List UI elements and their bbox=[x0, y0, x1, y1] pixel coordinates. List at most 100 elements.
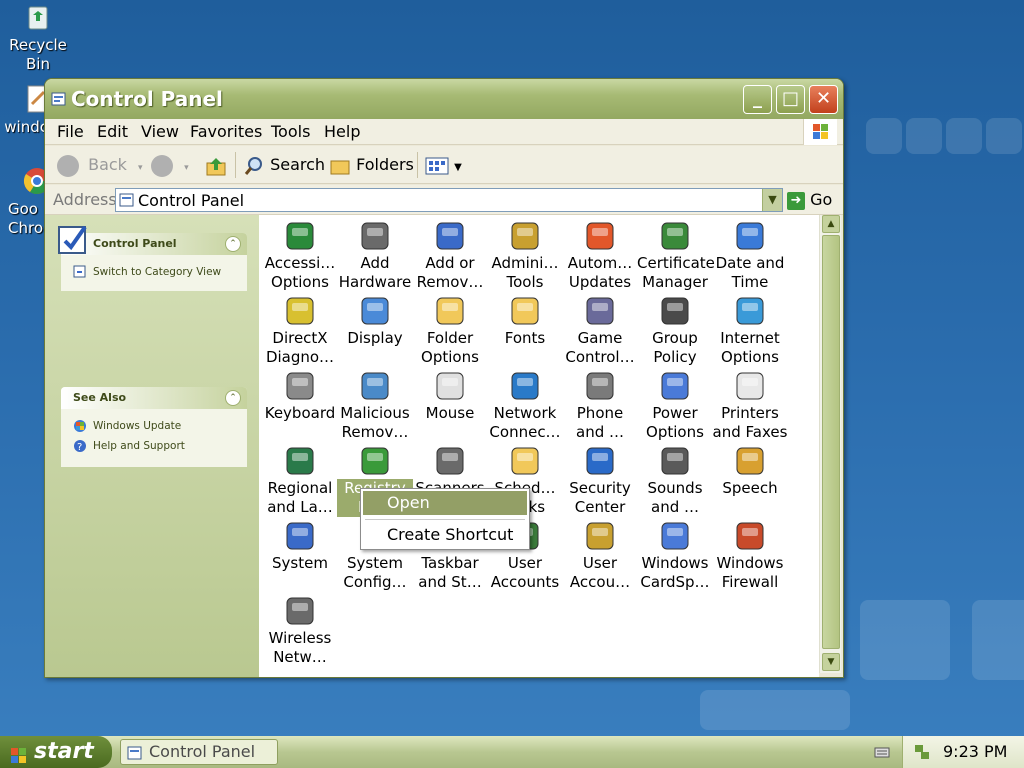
forward-dropdown-icon[interactable]: ▾ bbox=[184, 163, 189, 173]
context-menu-open[interactable]: Open bbox=[363, 491, 527, 515]
cp-item-label-line1: Keyboard bbox=[264, 404, 336, 422]
windows-flag-icon bbox=[803, 119, 837, 145]
windows-update-label: Windows Update bbox=[93, 420, 182, 432]
cp-item-label-line2: Hardware bbox=[338, 273, 412, 291]
menu-help[interactable]: Help bbox=[324, 122, 360, 141]
desktop-icon-windc[interactable]: windc bbox=[0, 84, 50, 137]
go-arrow-icon: ➜ bbox=[787, 191, 805, 210]
cp-item-accessibility[interactable]: Accessi… Options bbox=[262, 219, 338, 292]
title-bar[interactable]: Control Panel _ □ ✕ bbox=[45, 79, 843, 119]
cp-item-cardspace[interactable]: Windows CardSp… bbox=[637, 519, 713, 592]
scroll-up-button[interactable]: ▲ bbox=[822, 215, 840, 233]
automatic-updates-icon bbox=[583, 219, 617, 253]
search-icon bbox=[244, 156, 262, 175]
collapse-icon[interactable]: ⌃ bbox=[225, 236, 241, 252]
start-button[interactable]: start bbox=[0, 736, 112, 768]
switch-category-view-link[interactable]: Switch to Category View bbox=[73, 265, 221, 279]
cp-item-folder-options[interactable]: Folder Options bbox=[412, 294, 488, 367]
cp-item-label-line1: Speech bbox=[722, 479, 778, 497]
menu-file[interactable]: File bbox=[57, 122, 84, 141]
cp-item-user-accounts-2[interactable]: User Accou… bbox=[562, 519, 638, 592]
menu-favorites[interactable]: Favorites bbox=[190, 122, 262, 141]
cp-item-automatic-updates[interactable]: Autom… Updates bbox=[562, 219, 638, 292]
cp-item-network[interactable]: Network Connec… bbox=[487, 369, 563, 442]
cp-item-label-line2: and Faxes bbox=[712, 423, 788, 441]
cp-item-speaker[interactable]: Sounds and … bbox=[637, 444, 713, 517]
context-menu-create-shortcut[interactable]: Create Shortcut bbox=[363, 523, 527, 547]
desktop-icon-recycle-bin[interactable]: Recycle Bin bbox=[0, 2, 78, 74]
cp-item-add-hardware[interactable]: Add Hardware bbox=[337, 219, 413, 292]
scroll-down-button[interactable]: ▼ bbox=[822, 653, 840, 671]
maximize-glyph: □ bbox=[781, 88, 799, 109]
cp-item-fonts-folder[interactable]: Fonts bbox=[487, 294, 563, 348]
taskbar-button-control-panel[interactable]: Control Panel bbox=[120, 739, 278, 765]
minimize-button[interactable]: _ bbox=[743, 85, 772, 114]
cp-item-mouse[interactable]: Mouse bbox=[412, 369, 488, 423]
cp-item-certificate[interactable]: Certificate Manager bbox=[637, 219, 715, 292]
cp-item-label-line2: Options bbox=[721, 348, 779, 366]
keyboard-tray-icon[interactable] bbox=[874, 744, 890, 764]
maximize-button[interactable]: □ bbox=[776, 85, 805, 114]
control-panel-window[interactable]: Control Panel _ □ ✕ File Edit View Favor… bbox=[44, 78, 844, 678]
go-button[interactable]: ➜ Go bbox=[787, 188, 839, 212]
administrative-tools-icon bbox=[508, 219, 542, 253]
menu-view[interactable]: View bbox=[141, 122, 179, 141]
cp-item-system[interactable]: System bbox=[262, 519, 338, 573]
cp-item-display[interactable]: Display bbox=[337, 294, 413, 348]
cp-item-date-time[interactable]: Date and Time bbox=[712, 219, 788, 292]
cp-item-malicious-removal[interactable]: Malicious Remov… bbox=[337, 369, 413, 442]
help-support-link[interactable]: ? Help and Support bbox=[73, 439, 185, 453]
scheduled-tasks-icon bbox=[508, 444, 542, 478]
cp-item-label-line2: Connec… bbox=[489, 423, 561, 441]
up-folder-button[interactable] bbox=[205, 152, 227, 178]
cp-item-game-controller[interactable]: Game Control… bbox=[562, 294, 638, 367]
speaker-icon bbox=[658, 444, 692, 478]
menu-edit[interactable]: Edit bbox=[97, 122, 128, 141]
cp-item-wireless[interactable]: Wireless Netw… bbox=[262, 594, 338, 667]
collapse-icon[interactable]: ⌃ bbox=[225, 390, 241, 406]
cp-item-label-line2: Accou… bbox=[569, 573, 631, 591]
forward-arrow-icon bbox=[151, 154, 173, 177]
address-dropdown-button[interactable]: ▼ bbox=[762, 189, 782, 211]
windows-update-link[interactable]: Windows Update bbox=[73, 419, 181, 433]
context-menu: Open Create Shortcut bbox=[360, 488, 530, 550]
cp-item-label-line2: Firewall bbox=[721, 573, 779, 591]
cp-item-group-policy[interactable]: Group Policy bbox=[637, 294, 713, 367]
cp-item-directx[interactable]: DirectX Diagno… bbox=[262, 294, 338, 367]
toolbar-separator bbox=[417, 152, 418, 178]
cp-item-regional-globe[interactable]: Regional and La… bbox=[262, 444, 338, 517]
search-button[interactable]: Search bbox=[243, 152, 325, 178]
cp-item-label-line1: Date and bbox=[715, 254, 785, 272]
cp-item-label-line2: Config… bbox=[343, 573, 407, 591]
cp-item-keyboard[interactable]: Keyboard bbox=[262, 369, 338, 423]
forward-button[interactable]: ▾ bbox=[151, 152, 189, 178]
cp-item-label-line1: Taskbar bbox=[421, 554, 479, 572]
address-input[interactable]: Control Panel ▼ bbox=[115, 188, 783, 212]
clock[interactable]: 9:23 PM bbox=[943, 742, 1007, 761]
cp-item-administrative-tools[interactable]: Admini… Tools bbox=[487, 219, 563, 292]
cp-item-label-line1: Game bbox=[577, 329, 623, 347]
cp-item-add-remove-programs[interactable]: Add or Remov… bbox=[412, 219, 488, 292]
cp-item-speech[interactable]: Speech bbox=[712, 444, 788, 498]
cp-item-firewall[interactable]: Windows Firewall bbox=[712, 519, 788, 592]
vertical-scrollbar[interactable]: ▲ ▼ bbox=[819, 215, 841, 673]
menu-tools[interactable]: Tools bbox=[271, 122, 310, 141]
see-also-header[interactable]: See Also ⌃ bbox=[61, 387, 247, 409]
back-dropdown-icon[interactable]: ▾ bbox=[138, 163, 143, 173]
cp-item-security-shield[interactable]: Security Center bbox=[562, 444, 638, 517]
context-menu-separator bbox=[365, 519, 525, 520]
back-button[interactable]: Back ▾ bbox=[57, 152, 143, 178]
game-controller-icon bbox=[583, 294, 617, 328]
cp-item-internet-options[interactable]: Internet Options bbox=[712, 294, 788, 367]
cp-item-printers[interactable]: Printers and Faxes bbox=[712, 369, 788, 442]
views-button[interactable]: ▼ bbox=[425, 152, 462, 178]
cp-item-phone-modem[interactable]: Phone and … bbox=[562, 369, 638, 442]
cp-item-power-options[interactable]: Power Options bbox=[637, 369, 713, 442]
folders-button[interactable]: Folders bbox=[329, 152, 414, 178]
close-button[interactable]: ✕ bbox=[809, 85, 838, 114]
scroll-thumb[interactable] bbox=[822, 235, 840, 649]
views-dropdown-icon: ▼ bbox=[454, 162, 462, 173]
control-panel-icon bbox=[127, 744, 143, 768]
cp-item-label-line1: Autom… bbox=[567, 254, 633, 272]
network-tray-icon[interactable] bbox=[913, 743, 931, 765]
